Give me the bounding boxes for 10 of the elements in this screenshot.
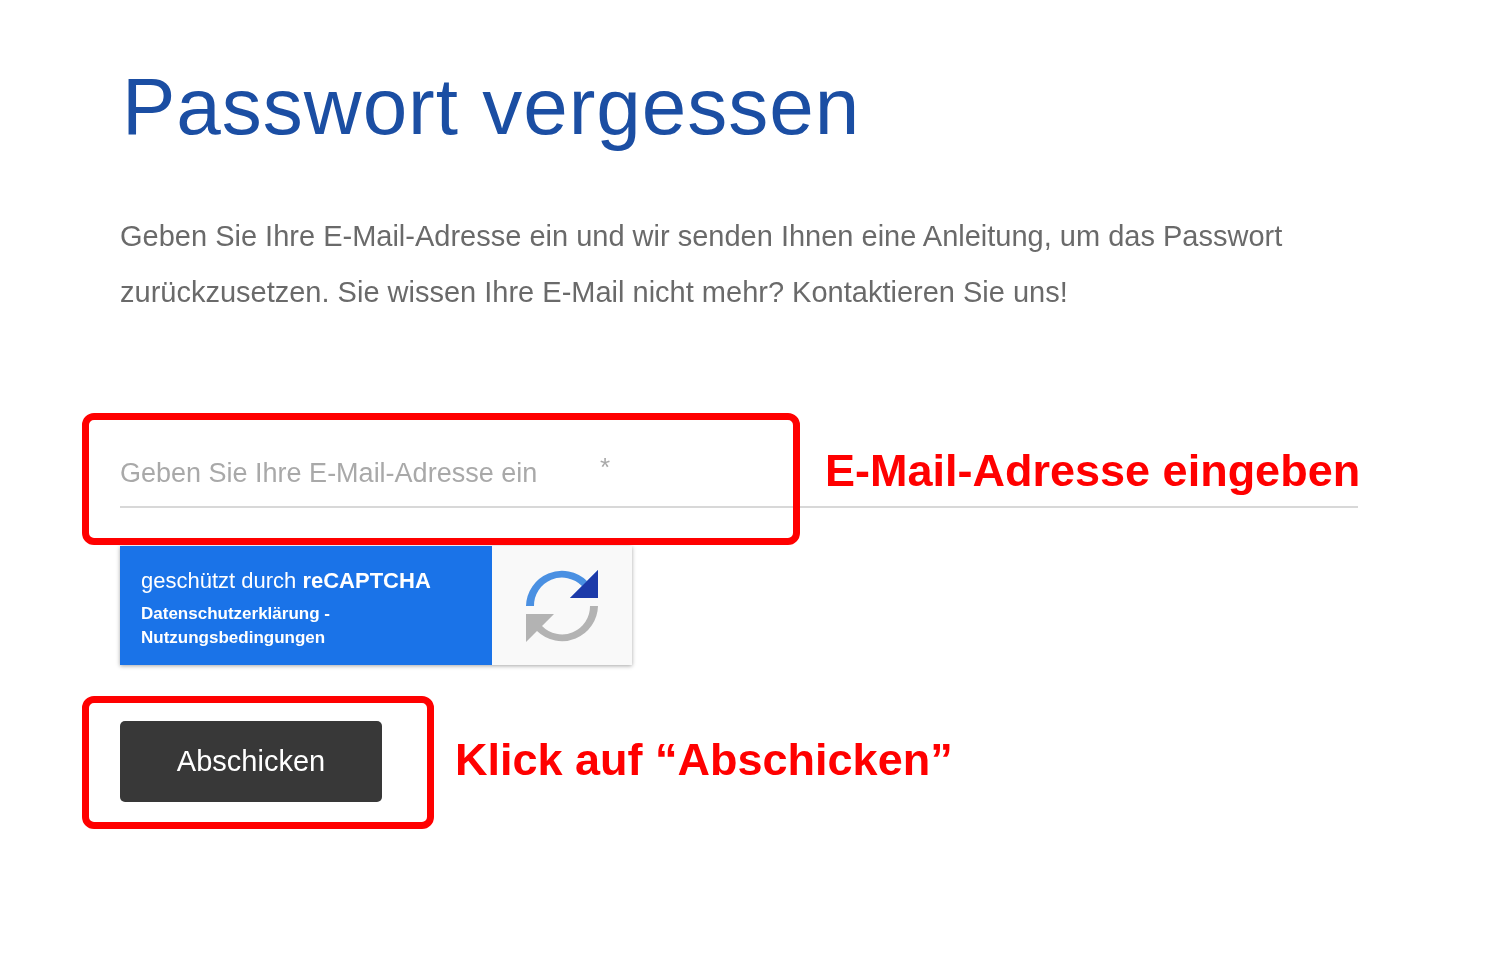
description-text: Geben Sie Ihre E-Mail-Adresse ein und wir senden Ihnen eine Anleitung, um das Passwort zurückzusetzen. Sie wissen Ihre E-Mail nicht mehr? Kontaktieren Sie uns! bbox=[120, 219, 1284, 310]
terms-link[interactable]: Nutzungsbedingungen bbox=[141, 628, 326, 647]
annotation-text: Klick auf “Abschicken” bbox=[455, 734, 953, 786]
privacy-link[interactable]: Datenschutzerklärung bbox=[141, 604, 320, 623]
link-separator: - bbox=[324, 604, 330, 623]
submit-button[interactable]: Abschicken bbox=[120, 721, 382, 802]
annotation-text: E-Mail-Adresse eingeben bbox=[825, 445, 1361, 497]
page-title: Passwort vergessen bbox=[122, 61, 862, 153]
required-mark: * bbox=[600, 452, 611, 483]
recaptcha-label: geschützt durch reCAPTCHA bbox=[141, 568, 432, 594]
